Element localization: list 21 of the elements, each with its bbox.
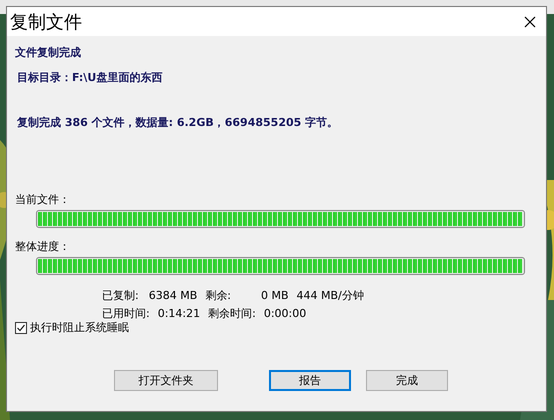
stat-text: 444 MB/分钟	[296, 289, 364, 303]
close-icon[interactable]	[524, 16, 536, 28]
progress-label: 整体进度：	[15, 240, 71, 254]
stat-text: 已复制:	[102, 289, 139, 303]
window-title: 复制文件	[10, 10, 82, 34]
stat-text: 0:00:00	[264, 307, 306, 321]
progress-label: 当前文件：	[15, 193, 71, 207]
summary-text: 复制完成 386 个文件，数据量: 6.2GB，6694855205 字节。	[17, 116, 340, 130]
stat-text: 0 MB	[260, 289, 289, 303]
status-heading: 文件复制完成	[15, 46, 82, 60]
dialog-button[interactable]: 报告	[269, 370, 351, 391]
stat-text: 6384 MB	[148, 289, 198, 303]
dialog-button[interactable]: 打开文件夹	[114, 370, 218, 391]
dialog-button[interactable]: 完成	[366, 370, 448, 391]
checkbox-label: 执行时阻止系统睡眠	[30, 321, 129, 335]
stat-text: 剩余时间:	[208, 307, 256, 321]
target-directory: 目标目录：F:\U盘里面的东西	[17, 71, 164, 85]
stat-text: 剩余:	[205, 289, 231, 303]
stat-text: 0:14:21	[158, 307, 200, 321]
stat-text: 已用时间:	[102, 307, 150, 321]
checkbox[interactable]	[15, 322, 27, 334]
